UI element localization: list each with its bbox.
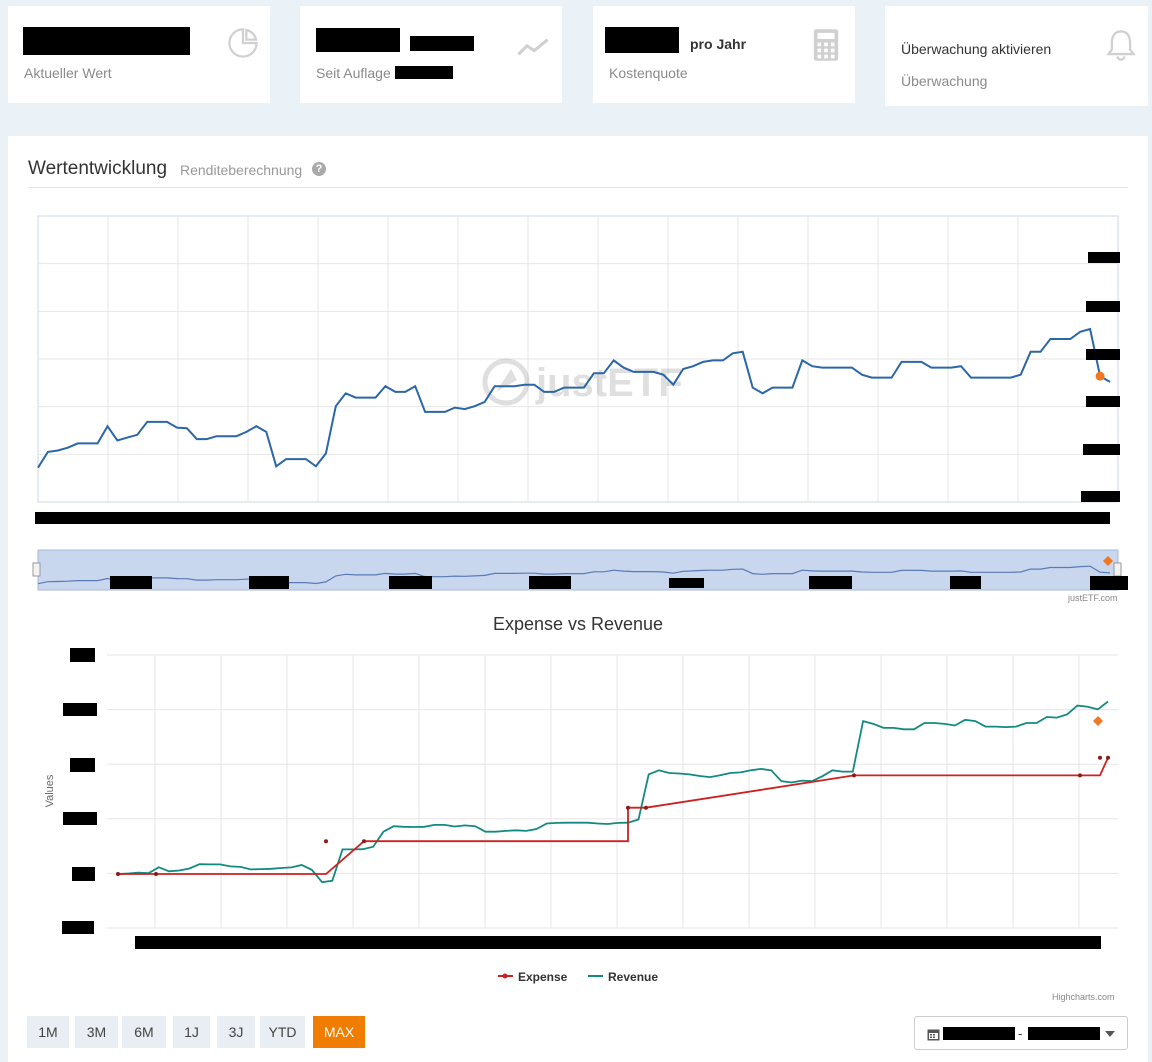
legend-item-revenue[interactable]: Revenue <box>588 970 658 984</box>
expense-line <box>118 757 1109 875</box>
expense-point <box>362 839 366 844</box>
legend-label: Expense <box>518 970 568 984</box>
pie-chart-icon <box>228 28 258 58</box>
redacted-axis-label <box>63 812 97 825</box>
highcharts-credit[interactable]: Highcharts.com <box>1052 992 1115 1002</box>
redacted-navigator-label <box>249 576 289 589</box>
redacted-axis-label <box>1086 349 1120 360</box>
redacted-navigator-label <box>389 576 432 589</box>
legend[interactable]: Expense Revenue <box>498 970 658 984</box>
current-point-marker <box>1095 371 1105 381</box>
redacted-navigator-label <box>110 576 152 589</box>
kpi-card-expense-ratio: pro Jahr Kostenquote <box>593 6 855 103</box>
y-axis-label: Values <box>44 774 56 807</box>
range-button-1m[interactable]: 1M <box>27 1016 69 1048</box>
redacted-value <box>410 36 474 51</box>
redacted-axis-label <box>70 758 95 772</box>
expense-point <box>852 773 856 778</box>
redacted-axis-label <box>1081 491 1120 502</box>
range-button-6m[interactable]: 6M <box>122 1016 166 1048</box>
legend-item-expense[interactable]: Expense <box>498 970 568 984</box>
justetf-watermark: justETF <box>482 358 683 406</box>
kpi-label: Kostenquote <box>609 65 688 81</box>
redacted-value <box>23 27 190 55</box>
redacted-axis-label <box>1086 301 1120 312</box>
kpi-suffix: pro Jahr <box>690 36 747 52</box>
redacted-axis-label <box>70 648 95 662</box>
redacted-navigator-label <box>1090 576 1128 590</box>
chevron-down-icon <box>1105 1031 1115 1037</box>
expense-point <box>324 839 328 844</box>
justetf-credit[interactable]: justETF.com <box>1068 593 1118 603</box>
range-button-max[interactable]: MAX <box>313 1016 365 1048</box>
kpi-label: Überwachung <box>901 73 988 89</box>
expense-point <box>626 805 630 810</box>
expense-revenue-chart: Expense vs Revenue Values Expense Revenu… <box>44 614 1118 984</box>
date-range-picker[interactable]: - <box>914 1016 1128 1050</box>
charts-canvas: justETF Expense vs Revenue Values Expens… <box>32 215 1122 984</box>
expense-point <box>116 872 120 876</box>
calculator-icon <box>813 29 839 61</box>
range-button-ytd[interactable]: YTD <box>260 1016 305 1048</box>
revenue-line <box>117 700 1109 884</box>
navigator-handle-left[interactable] <box>32 562 41 577</box>
bell-icon[interactable] <box>1104 28 1138 62</box>
expense-revenue-grid <box>107 654 1118 929</box>
redacted-end-date <box>1028 1027 1100 1040</box>
redacted-x-axis <box>35 512 1110 524</box>
redacted-axis-label <box>1086 396 1120 407</box>
performance-grid <box>37 215 1119 503</box>
performance-panel: Wertentwicklung Renditeberechnung ? just… <box>8 136 1148 1062</box>
redacted-x-axis <box>135 936 1101 949</box>
kpi-card-current-value: Aktueller Wert <box>8 6 270 103</box>
redacted-navigator-label <box>669 578 704 588</box>
monitoring-activate-link[interactable]: Überwachung aktivieren <box>901 41 1051 57</box>
date-separator: - <box>1018 1026 1023 1041</box>
expense-point <box>1098 755 1102 760</box>
redacted-navigator-label <box>529 576 571 589</box>
redacted-axis-label <box>72 867 95 881</box>
redacted-axis-label <box>1088 252 1120 263</box>
redacted-axis-label <box>63 703 97 716</box>
redacted-value <box>395 66 453 79</box>
kpi-card-since-inception: Seit Auflage <box>300 6 562 103</box>
revenue-end-marker <box>1093 716 1103 726</box>
chart-title: Expense vs Revenue <box>493 614 663 634</box>
redacted-navigator-label <box>950 576 981 589</box>
navigator-handle-right[interactable] <box>1113 562 1122 577</box>
redacted-value <box>605 27 679 53</box>
kpi-label: Seit Auflage <box>316 65 391 81</box>
kpi-label: Aktueller Wert <box>24 65 112 81</box>
redacted-axis-label <box>1083 444 1120 455</box>
range-button-3j[interactable]: 3J <box>217 1016 255 1048</box>
legend-label: Revenue <box>608 970 658 984</box>
range-button-1j[interactable]: 1J <box>173 1016 210 1048</box>
performance-chart: justETF <box>37 215 1119 503</box>
expense-point <box>1078 773 1082 778</box>
range-button-3m[interactable]: 3M <box>75 1016 118 1048</box>
redacted-start-date <box>943 1027 1015 1040</box>
redacted-value <box>316 28 400 52</box>
expense-point <box>1106 755 1110 760</box>
kpi-card-monitoring[interactable]: Überwachung aktivieren Überwachung <box>885 6 1148 106</box>
expense-point <box>644 805 648 810</box>
redacted-axis-label <box>62 921 94 934</box>
redacted-navigator-label <box>809 576 852 589</box>
expense-point <box>154 872 158 876</box>
trend-line-icon <box>517 38 549 56</box>
calendar-icon <box>927 1029 940 1041</box>
